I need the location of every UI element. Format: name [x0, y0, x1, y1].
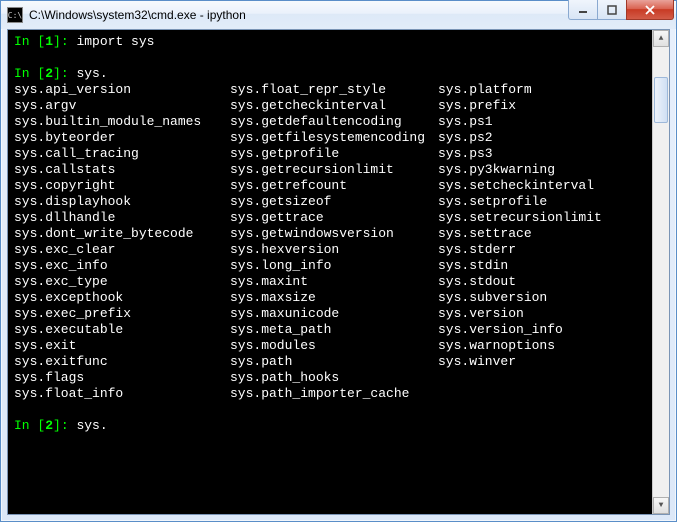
completion-row: sys.displayhooksys.getsizeofsys.setprofi… — [14, 194, 646, 210]
completion-item: sys.meta_path — [230, 322, 438, 338]
window-title: C:\Windows\system32\cmd.exe - ipython — [29, 8, 569, 22]
completion-item: sys.executable — [14, 322, 230, 338]
completion-item: sys.builtin_module_names — [14, 114, 230, 130]
completion-item: sys.long_info — [230, 258, 438, 274]
completion-item: sys.version_info — [438, 322, 563, 338]
completion-item: sys.dont_write_bytecode — [14, 226, 230, 242]
completion-item: sys.stdout — [438, 274, 516, 290]
completion-item: sys.getprofile — [230, 146, 438, 162]
content-area: In [1]: import sys In [2]: sys.sys.api_v… — [7, 29, 670, 515]
completion-row: sys.executablesys.meta_pathsys.version_i… — [14, 322, 646, 338]
minimize-button[interactable] — [568, 0, 598, 20]
completion-item: sys.ps3 — [438, 146, 493, 162]
blank-line — [14, 50, 646, 66]
cmd-icon: C:\ — [7, 7, 23, 23]
completion-item: sys.prefix — [438, 98, 516, 114]
completion-item: sys.setprofile — [438, 194, 547, 210]
completion-item: sys.getwindowsversion — [230, 226, 438, 242]
completion-item: sys.flags — [14, 370, 230, 386]
completion-item: sys.warnoptions — [438, 338, 555, 354]
scroll-thumb[interactable] — [654, 77, 668, 123]
completion-row: sys.dont_write_bytecodesys.getwindowsver… — [14, 226, 646, 242]
completion-row: sys.byteordersys.getfilesystemencodingsy… — [14, 130, 646, 146]
completion-item: sys.maxsize — [230, 290, 438, 306]
vertical-scrollbar[interactable]: ▲ ▼ — [652, 30, 669, 514]
completion-item: sys.version — [438, 306, 524, 322]
completion-item: sys.exitfunc — [14, 354, 230, 370]
scroll-up-button[interactable]: ▲ — [653, 30, 669, 47]
completion-item: sys.getfilesystemencoding — [230, 130, 438, 146]
completion-item: sys.getsizeof — [230, 194, 438, 210]
completion-item: sys.path — [230, 354, 438, 370]
completion-row: sys.exc_clearsys.hexversionsys.stderr — [14, 242, 646, 258]
completion-item: sys.displayhook — [14, 194, 230, 210]
completion-row: sys.exc_typesys.maxintsys.stdout — [14, 274, 646, 290]
cmd-window: C:\ C:\Windows\system32\cmd.exe - ipytho… — [0, 0, 677, 522]
completion-item: sys.call_tracing — [14, 146, 230, 162]
completion-item: sys.dllhandle — [14, 210, 230, 226]
completion-row: sys.call_tracingsys.getprofilesys.ps3 — [14, 146, 646, 162]
close-button[interactable] — [626, 0, 674, 20]
completion-item: sys.platform — [438, 82, 532, 98]
completion-item: sys.ps2 — [438, 130, 493, 146]
completion-item: sys.gettrace — [230, 210, 438, 226]
completion-item: sys.hexversion — [230, 242, 438, 258]
terminal[interactable]: In [1]: import sys In [2]: sys.sys.api_v… — [8, 30, 652, 514]
completion-item: sys.exc_info — [14, 258, 230, 274]
completion-item: sys.path_hooks — [230, 370, 438, 386]
completion-item: sys.setcheckinterval — [438, 178, 594, 194]
completion-item: sys.stdin — [438, 258, 508, 274]
completion-item: sys.maxunicode — [230, 306, 438, 322]
completion-item: sys.winver — [438, 354, 516, 370]
titlebar[interactable]: C:\ C:\Windows\system32\cmd.exe - ipytho… — [1, 1, 676, 29]
completion-item: sys.setrecursionlimit — [438, 210, 602, 226]
completion-item: sys.ps1 — [438, 114, 493, 130]
completion-item: sys.copyright — [14, 178, 230, 194]
completion-row: sys.exc_infosys.long_infosys.stdin — [14, 258, 646, 274]
scroll-track[interactable] — [653, 47, 669, 497]
completion-item: sys.settrace — [438, 226, 532, 242]
completion-row: sys.dllhandlesys.gettracesys.setrecursio… — [14, 210, 646, 226]
input-line-3: In [2]: sys. — [14, 418, 646, 434]
completion-item: sys.getdefaultencoding — [230, 114, 438, 130]
completion-item: sys.modules — [230, 338, 438, 354]
blank-line — [14, 402, 646, 418]
completion-item: sys.excepthook — [14, 290, 230, 306]
completion-item: sys.exit — [14, 338, 230, 354]
completion-item: sys.path_importer_cache — [230, 386, 438, 402]
completion-row: sys.api_versionsys.float_repr_stylesys.p… — [14, 82, 646, 98]
completion-row: sys.callstatssys.getrecursionlimitsys.py… — [14, 162, 646, 178]
input-line-2: In [2]: sys. — [14, 66, 646, 82]
completion-item: sys.getcheckinterval — [230, 98, 438, 114]
completion-item: sys.exc_type — [14, 274, 230, 290]
scroll-down-button[interactable]: ▼ — [653, 497, 669, 514]
maximize-button[interactable] — [597, 0, 627, 20]
completion-row: sys.exec_prefixsys.maxunicodesys.version — [14, 306, 646, 322]
completion-item: sys.getrefcount — [230, 178, 438, 194]
completion-row: sys.flagssys.path_hooks — [14, 370, 646, 386]
completion-item: sys.byteorder — [14, 130, 230, 146]
completion-row: sys.argvsys.getcheckintervalsys.prefix — [14, 98, 646, 114]
completion-row: sys.exitsys.modulessys.warnoptions — [14, 338, 646, 354]
completion-item: sys.argv — [14, 98, 230, 114]
completion-item: sys.exec_prefix — [14, 306, 230, 322]
completion-item: sys.subversion — [438, 290, 547, 306]
completion-item: sys.exc_clear — [14, 242, 230, 258]
completion-item: sys.py3kwarning — [438, 162, 555, 178]
completion-item: sys.float_info — [14, 386, 230, 402]
completion-row: sys.float_infosys.path_importer_cache — [14, 386, 646, 402]
completion-item: sys.callstats — [14, 162, 230, 178]
completion-item: sys.float_repr_style — [230, 82, 438, 98]
input-line-1: In [1]: import sys — [14, 34, 646, 50]
completion-row: sys.excepthooksys.maxsizesys.subversion — [14, 290, 646, 306]
window-buttons — [569, 0, 674, 20]
completion-item: sys.maxint — [230, 274, 438, 290]
completion-row: sys.copyrightsys.getrefcountsys.setcheck… — [14, 178, 646, 194]
completion-item: sys.getrecursionlimit — [230, 162, 438, 178]
completion-item: sys.stderr — [438, 242, 516, 258]
completion-row: sys.builtin_module_namessys.getdefaulten… — [14, 114, 646, 130]
completion-item: sys.api_version — [14, 82, 230, 98]
completion-row: sys.exitfuncsys.pathsys.winver — [14, 354, 646, 370]
